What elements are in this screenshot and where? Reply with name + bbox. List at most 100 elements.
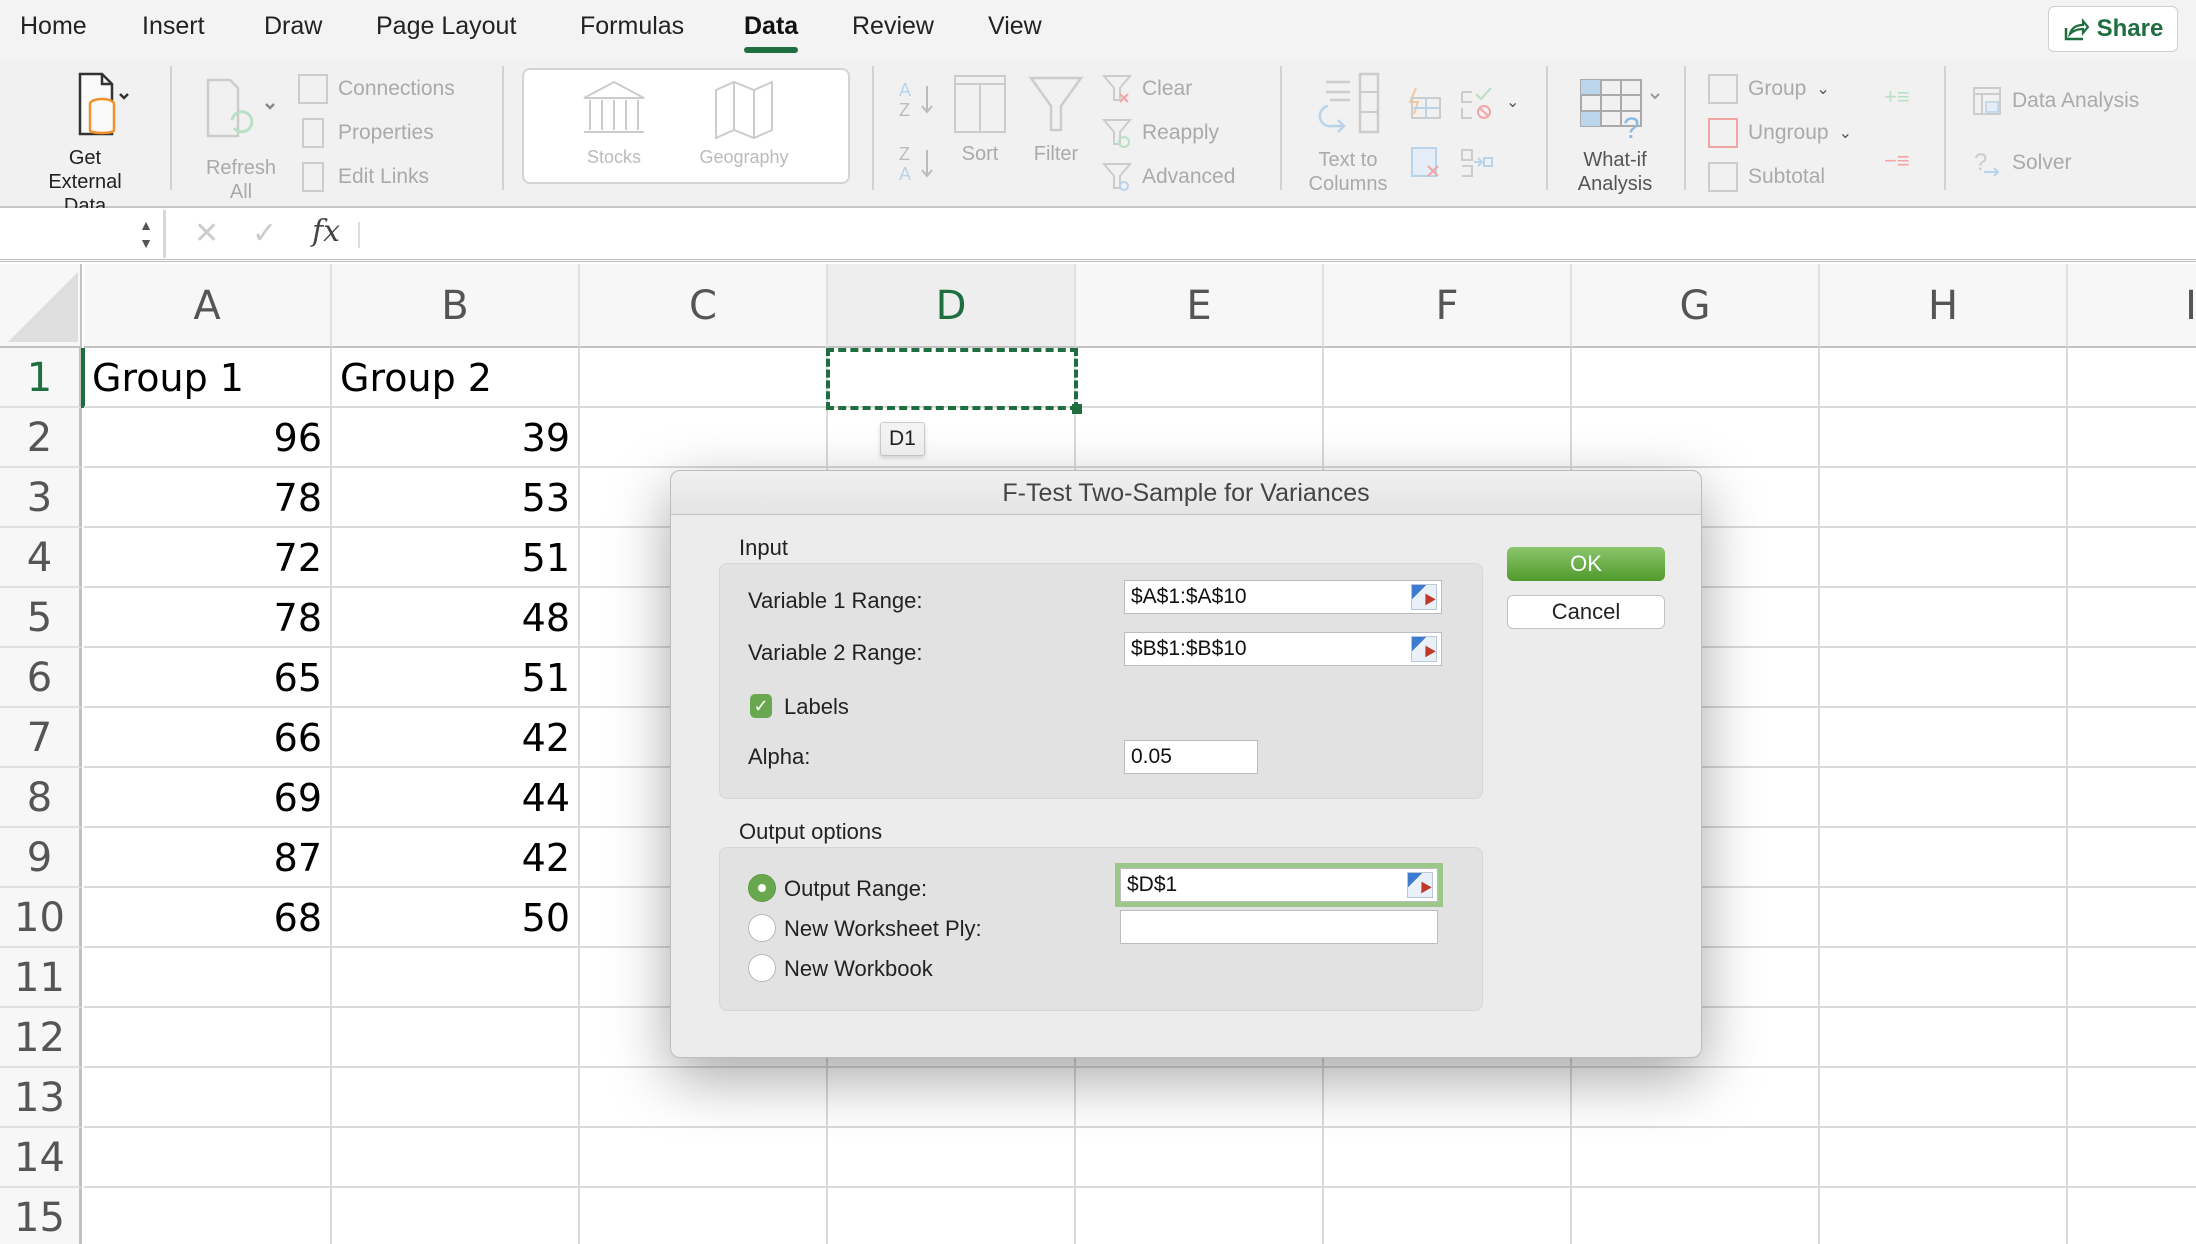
- cell-h7[interactable]: [1820, 708, 2068, 768]
- cell-a5[interactable]: 78: [84, 588, 332, 648]
- column-header-g[interactable]: G: [1572, 264, 1820, 348]
- cell-a7[interactable]: 66: [84, 708, 332, 768]
- insert-function-icon[interactable]: fx: [312, 214, 340, 249]
- row-header-2[interactable]: 2: [0, 408, 82, 468]
- cell-f15[interactable]: [1324, 1188, 1572, 1244]
- filter-button[interactable]: Filter: [1024, 72, 1088, 166]
- cell-d15[interactable]: [828, 1188, 1076, 1244]
- row-header-1[interactable]: 1: [0, 348, 82, 408]
- cell-e1[interactable]: [1076, 348, 1324, 408]
- cell-i8[interactable]: [2068, 768, 2196, 828]
- cell-b13[interactable]: [332, 1068, 580, 1128]
- cell-h6[interactable]: [1820, 648, 2068, 708]
- cell-e14[interactable]: [1076, 1128, 1324, 1188]
- cell-a8[interactable]: 69: [84, 768, 332, 828]
- cell-i7[interactable]: [2068, 708, 2196, 768]
- name-box[interactable]: ▲ ▼: [0, 210, 166, 258]
- variable-2-range-field[interactable]: $B$1:$B$10: [1124, 632, 1442, 666]
- reapply-button[interactable]: Reapply: [1102, 118, 1219, 148]
- cell-b15[interactable]: [332, 1188, 580, 1244]
- cell-e15[interactable]: [1076, 1188, 1324, 1244]
- cell-g14[interactable]: [1572, 1128, 1820, 1188]
- cell-a9[interactable]: 87: [84, 828, 332, 888]
- confirm-formula-icon[interactable]: ✓: [252, 216, 277, 251]
- cell-i9[interactable]: [2068, 828, 2196, 888]
- tab-formulas[interactable]: Formulas: [580, 12, 684, 41]
- cell-h14[interactable]: [1820, 1128, 2068, 1188]
- tab-home[interactable]: Home: [20, 12, 87, 41]
- cell-i6[interactable]: [2068, 648, 2196, 708]
- cell-d2[interactable]: [828, 408, 1076, 468]
- row-header-14[interactable]: 14: [0, 1128, 82, 1188]
- alpha-field[interactable]: 0.05: [1124, 740, 1258, 774]
- cell-a13[interactable]: [84, 1068, 332, 1128]
- cell-b10[interactable]: 50: [332, 888, 580, 948]
- group-button[interactable]: Group ⌄: [1708, 74, 1830, 104]
- range-picker-icon[interactable]: [1411, 584, 1437, 610]
- column-header-i[interactable]: I: [2068, 264, 2196, 348]
- cell-f1[interactable]: [1324, 348, 1572, 408]
- cell-g2[interactable]: [1572, 408, 1820, 468]
- tab-draw[interactable]: Draw: [264, 12, 322, 41]
- cell-g13[interactable]: [1572, 1068, 1820, 1128]
- range-picker-icon[interactable]: [1411, 636, 1437, 662]
- cell-i10[interactable]: [2068, 888, 2196, 948]
- cell-h15[interactable]: [1820, 1188, 2068, 1244]
- variable-1-range-field[interactable]: $A$1:$A$10: [1124, 580, 1442, 614]
- stocks-button[interactable]: Stocks: [554, 78, 674, 168]
- row-header-13[interactable]: 13: [0, 1068, 82, 1128]
- text-to-columns-button[interactable]: Text to Columns: [1296, 70, 1400, 196]
- select-all-button[interactable]: [0, 264, 82, 348]
- cell-b8[interactable]: 44: [332, 768, 580, 828]
- cell-b2[interactable]: 39: [332, 408, 580, 468]
- cell-b9[interactable]: 42: [332, 828, 580, 888]
- sort-descending-button[interactable]: ZA: [892, 142, 942, 192]
- column-header-b[interactable]: B: [332, 264, 580, 348]
- flash-fill-icon[interactable]: [1408, 86, 1442, 120]
- subtotal-button[interactable]: Subtotal: [1708, 162, 1825, 192]
- tab-insert[interactable]: Insert: [142, 12, 205, 41]
- cell-a3[interactable]: 78: [84, 468, 332, 528]
- cell-h2[interactable]: [1820, 408, 2068, 468]
- cell-f13[interactable]: [1324, 1068, 1572, 1128]
- cell-b12[interactable]: [332, 1008, 580, 1068]
- cell-i13[interactable]: [2068, 1068, 2196, 1128]
- cell-i3[interactable]: [2068, 468, 2196, 528]
- new-worksheet-ply-radio[interactable]: [748, 914, 776, 942]
- row-header-9[interactable]: 9: [0, 828, 82, 888]
- row-header-6[interactable]: 6: [0, 648, 82, 708]
- cell-c14[interactable]: [580, 1128, 828, 1188]
- cell-a1[interactable]: Group 1: [84, 348, 332, 408]
- row-header-7[interactable]: 7: [0, 708, 82, 768]
- hide-detail-icon[interactable]: −≡: [1884, 148, 1910, 174]
- fill-handle[interactable]: [1072, 404, 1082, 414]
- cell-b7[interactable]: 42: [332, 708, 580, 768]
- cell-i2[interactable]: [2068, 408, 2196, 468]
- cancel-button[interactable]: Cancel: [1507, 595, 1665, 629]
- what-if-analysis-button[interactable]: ? What-if Analysis: [1560, 70, 1670, 196]
- cell-i14[interactable]: [2068, 1128, 2196, 1188]
- cell-h10[interactable]: [1820, 888, 2068, 948]
- solver-button[interactable]: ? Solver: [1972, 148, 2072, 178]
- ok-button[interactable]: OK: [1507, 547, 1665, 581]
- cell-b5[interactable]: 48: [332, 588, 580, 648]
- cell-a11[interactable]: [84, 948, 332, 1008]
- column-header-a[interactable]: A: [84, 264, 332, 348]
- output-range-field[interactable]: $D$1: [1120, 868, 1438, 902]
- geography-button[interactable]: Geography: [684, 78, 804, 168]
- cell-a14[interactable]: [84, 1128, 332, 1188]
- sort-button[interactable]: Sort: [948, 72, 1012, 166]
- column-header-h[interactable]: H: [1820, 264, 2068, 348]
- cell-a10[interactable]: 68: [84, 888, 332, 948]
- cell-c2[interactable]: [580, 408, 828, 468]
- cell-b6[interactable]: 51: [332, 648, 580, 708]
- column-header-d[interactable]: D: [828, 264, 1076, 348]
- cell-a4[interactable]: 72: [84, 528, 332, 588]
- output-range-radio[interactable]: [748, 874, 776, 902]
- cell-c15[interactable]: [580, 1188, 828, 1244]
- tab-page-layout[interactable]: Page Layout: [376, 12, 516, 41]
- cell-b14[interactable]: [332, 1128, 580, 1188]
- cell-i15[interactable]: [2068, 1188, 2196, 1244]
- cell-h12[interactable]: [1820, 1008, 2068, 1068]
- cell-i4[interactable]: [2068, 528, 2196, 588]
